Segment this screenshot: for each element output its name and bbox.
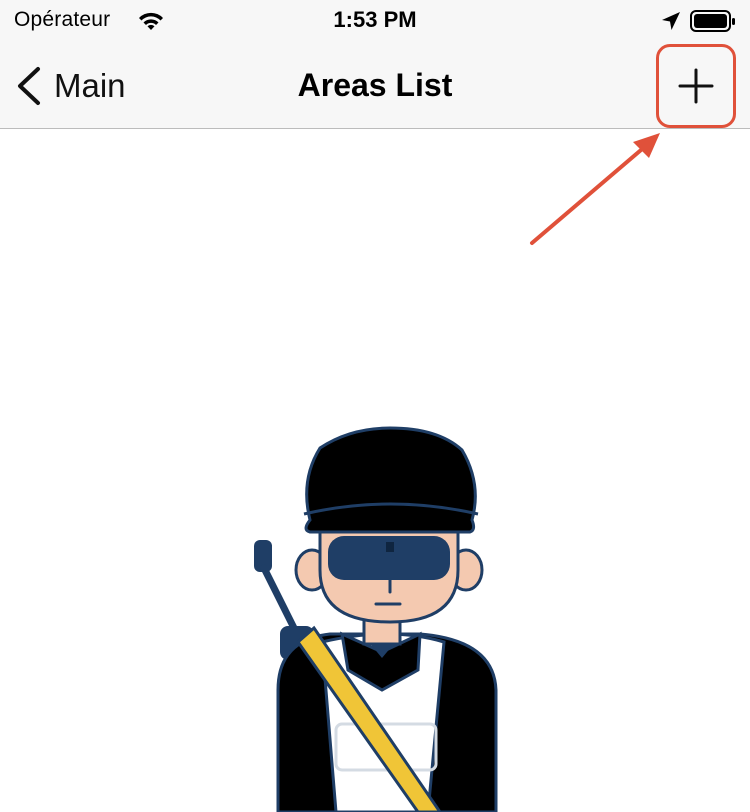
navigation-bar: Main Areas List bbox=[0, 44, 750, 129]
add-area-button[interactable] bbox=[656, 44, 736, 128]
plus-icon bbox=[678, 68, 714, 104]
location-arrow-icon bbox=[662, 12, 680, 30]
annotation-arrow bbox=[530, 133, 660, 245]
battery-icon bbox=[690, 10, 735, 32]
page-title: Areas List bbox=[297, 67, 453, 103]
security-guard-illustration bbox=[254, 426, 498, 812]
status-bar: Opérateur 1:53 PM bbox=[0, 0, 750, 44]
status-time: 1:53 PM bbox=[333, 7, 417, 32]
